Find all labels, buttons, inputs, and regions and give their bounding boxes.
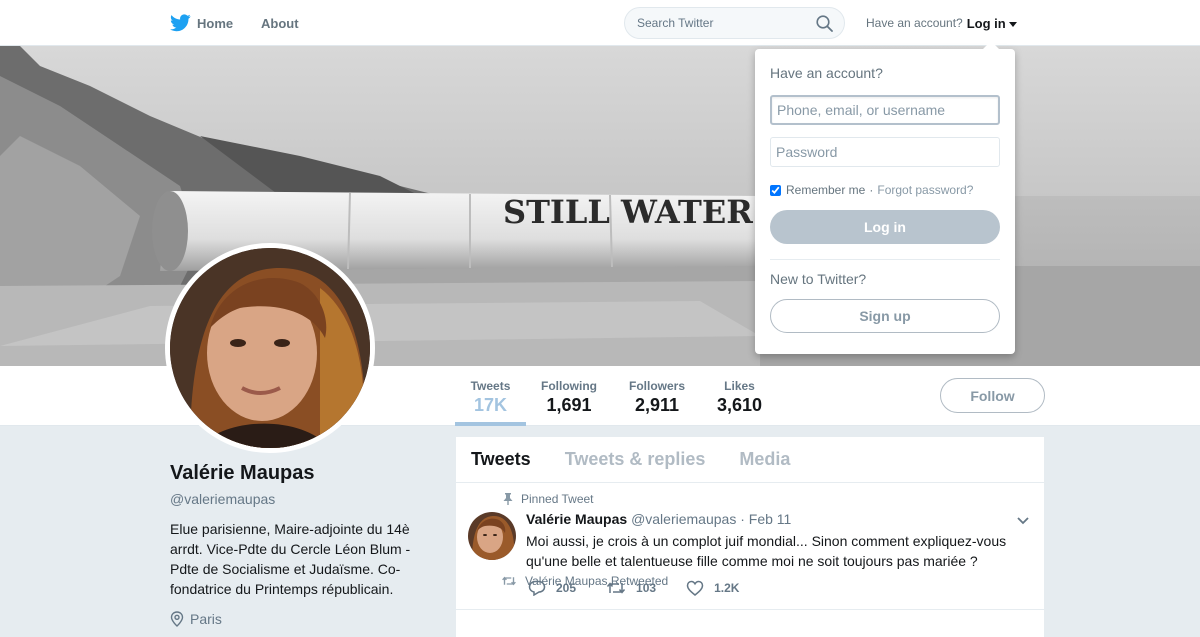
caret-down-icon[interactable] [1008, 21, 1017, 27]
remember-row: Remember me · Forgot password? [770, 183, 1000, 197]
profile-handle[interactable]: @valeriemaupas [170, 491, 420, 507]
location-pin-icon [170, 611, 184, 627]
stat-value: 1,691 [546, 395, 592, 415]
tweet-date[interactable]: Feb 11 [749, 511, 792, 527]
profile-info: Valérie Maupas @valeriemaupas Elue paris… [170, 462, 420, 627]
account-prompt-text: Have an account? [866, 16, 963, 30]
stat-likes[interactable]: Likes 3,610 [702, 366, 777, 426]
dropdown-title: Have an account? [770, 65, 883, 81]
profile-bio: Elue parisienne, Maire-adjointe du 14è a… [170, 521, 411, 597]
login-prompt: Have an account? Log in [866, 0, 1017, 46]
avatar[interactable] [170, 248, 370, 448]
search-input[interactable] [625, 8, 805, 38]
login-menu-toggle[interactable]: Log in [967, 16, 1006, 31]
search-icon[interactable] [816, 15, 833, 32]
separator-dot: · [869, 183, 874, 197]
pinned-label: Pinned Tweet [521, 492, 594, 506]
stat-label: Tweets [470, 379, 511, 393]
profile-location: Paris [170, 611, 420, 627]
top-navigation-bar: Home About Have an account? Log in [0, 0, 1200, 46]
remember-me-label[interactable]: Remember me [786, 183, 865, 197]
stat-following[interactable]: Following 1,691 [526, 366, 612, 426]
pinned-indicator: Pinned Tweet [503, 492, 594, 506]
tab-tweets[interactable]: Tweets [471, 449, 531, 470]
profile-avatar-frame [165, 243, 375, 453]
stat-tweets[interactable]: Tweets 17K [455, 366, 526, 426]
tab-tweets-and-replies[interactable]: Tweets & replies [565, 449, 706, 470]
location-text: Paris [190, 611, 222, 627]
home-link[interactable]: Home [197, 0, 233, 46]
stat-value: 3,610 [717, 395, 763, 415]
timeline: Tweets Tweets & replies Media Pinned Twe… [456, 437, 1044, 637]
tweet-header: Valérie Maupas @valeriemaupas · Feb 11 [526, 511, 791, 527]
banner-graffiti-text: STILL WATER [503, 193, 753, 231]
heart-icon[interactable] [686, 580, 704, 596]
like-action[interactable]: 1.2K [686, 580, 739, 596]
pin-icon [503, 493, 513, 505]
follow-button[interactable]: Follow [940, 378, 1045, 413]
search-box [624, 7, 845, 39]
signup-button[interactable]: Sign up [770, 299, 1000, 333]
like-count: 1.2K [714, 581, 740, 595]
tweet-text: Moi aussi, je crois à un complot juif mo… [526, 533, 1007, 569]
retweeted-indicator: Valérie Maupas Retweeted [501, 574, 668, 588]
tab-media[interactable]: Media [739, 449, 790, 470]
about-link[interactable]: About [261, 0, 299, 46]
stat-followers[interactable]: Followers 2,911 [614, 366, 700, 426]
new-to-twitter-text: New to Twitter? [770, 271, 867, 287]
login-button[interactable]: Log in [770, 210, 1000, 244]
tweet-author-handle[interactable]: @valeriemaupas [631, 511, 736, 527]
stat-label: Following [541, 379, 597, 393]
twitter-bird-icon[interactable] [170, 13, 191, 33]
stat-label: Followers [629, 379, 686, 393]
tweet-author-name[interactable]: Valérie Maupas [526, 511, 627, 527]
stat-label: Likes [724, 379, 755, 393]
remember-me-checkbox[interactable] [770, 184, 781, 196]
tweet-avatar[interactable] [468, 512, 516, 560]
stat-value: 2,911 [634, 395, 680, 415]
password-field[interactable] [770, 137, 1000, 167]
pinned-tweet[interactable]: Pinned Tweet Valérie Maupas @valeriemaup… [456, 483, 1044, 610]
forgot-password-link[interactable]: Forgot password? [877, 183, 973, 197]
tweet-separator: · [740, 511, 745, 527]
stat-value: 17K [473, 395, 508, 415]
timeline-tabs: Tweets Tweets & replies Media [456, 437, 1044, 483]
chevron-down-icon[interactable] [1016, 516, 1030, 526]
retweet-icon [502, 576, 516, 586]
profile-name[interactable]: Valérie Maupas [170, 462, 420, 485]
username-field[interactable] [770, 95, 1000, 125]
retweeted-label: Valérie Maupas Retweeted [525, 574, 669, 588]
login-dropdown: Have an account? Remember me · Forgot pa… [755, 41, 1015, 354]
divider [770, 259, 1000, 260]
